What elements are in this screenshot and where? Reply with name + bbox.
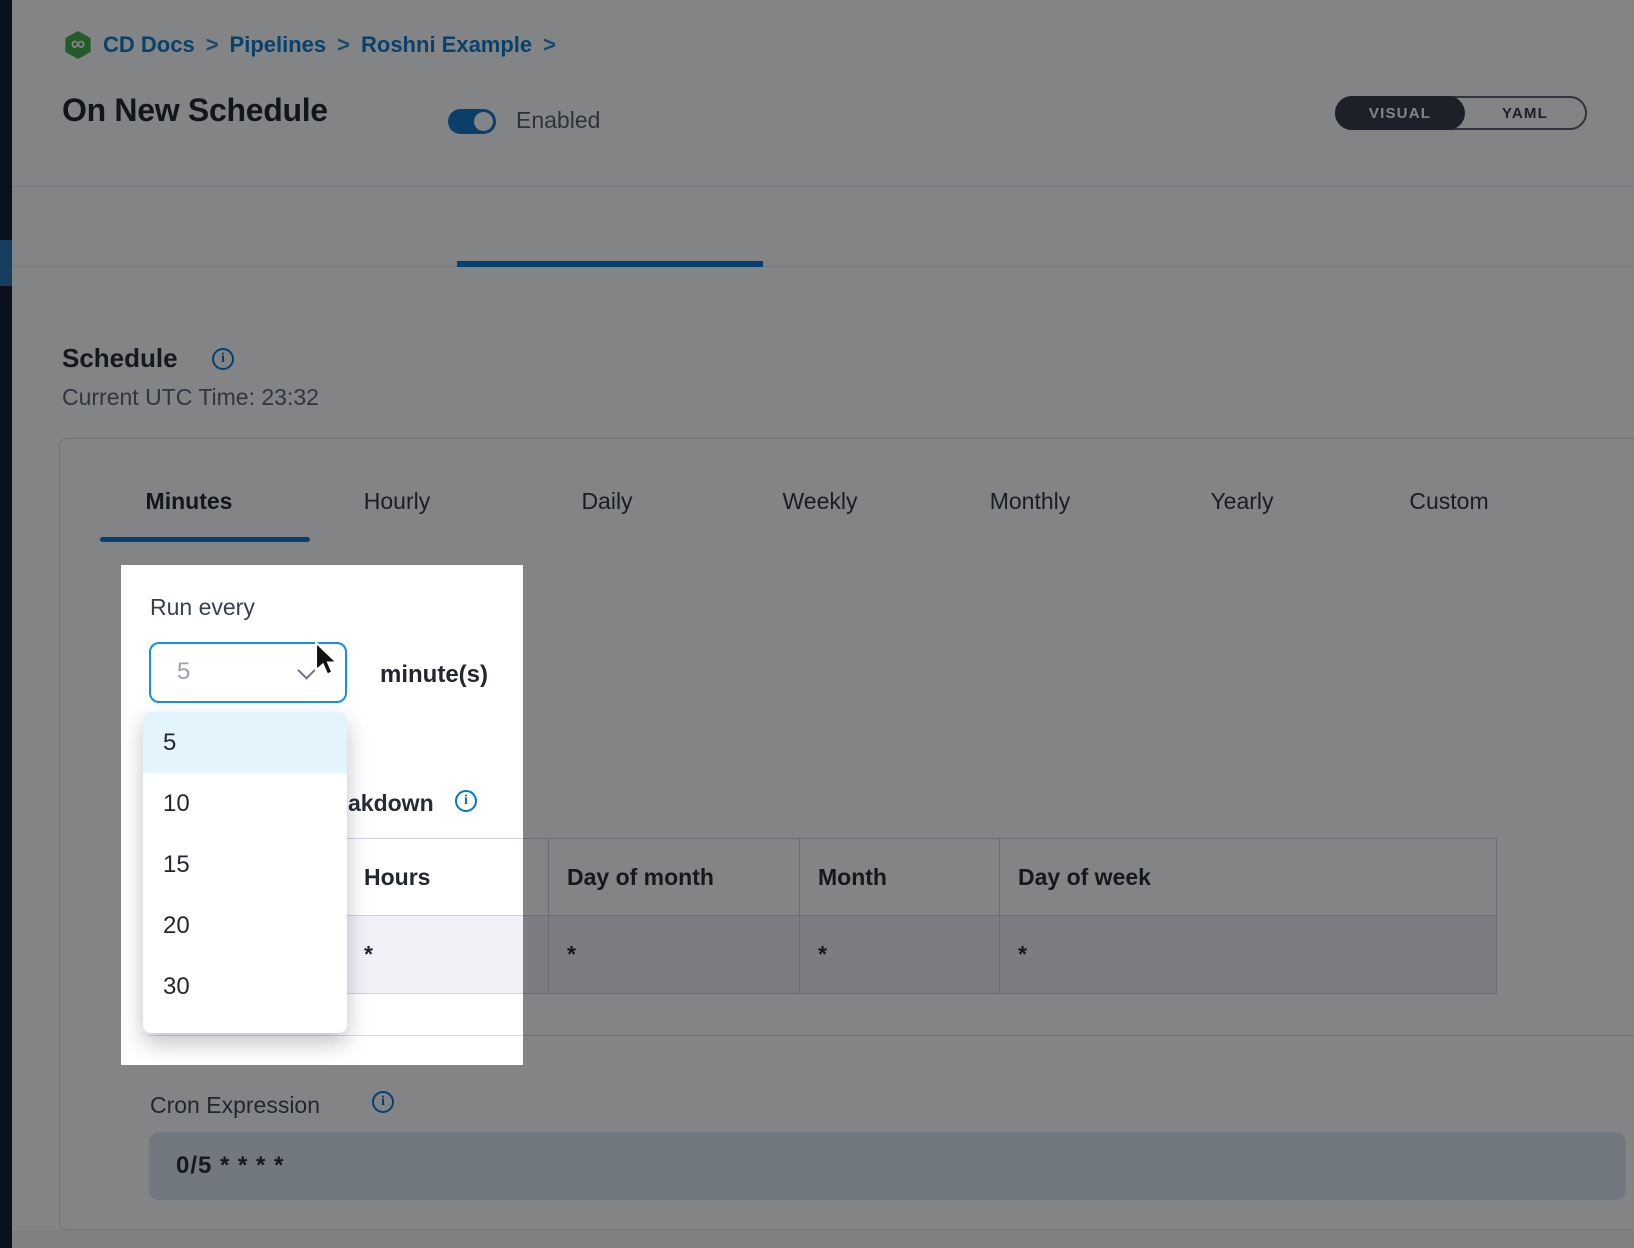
tab-monthly[interactable]: Monthly xyxy=(990,488,1071,515)
tab-minutes[interactable]: Minutes xyxy=(146,488,233,515)
table-cell-day-of-month: * xyxy=(549,916,800,993)
run-every-selected-value: 5 xyxy=(177,644,190,700)
nav-rail-active-indicator xyxy=(0,240,12,286)
toggle-knob-icon xyxy=(474,112,493,131)
enabled-toggle[interactable] xyxy=(448,109,496,134)
table-cell-month: * xyxy=(800,916,1000,993)
cron-expression-label: Cron Expression xyxy=(150,1092,320,1119)
breadcrumb: CD Docs > Pipelines > Roshni Example > xyxy=(64,30,556,60)
breadcrumb-link-cd-docs[interactable]: CD Docs xyxy=(103,32,195,58)
nav-rail xyxy=(0,0,12,1248)
table-header-month: Month xyxy=(800,839,1000,915)
breakdown-heading-fragment: akdown xyxy=(348,790,434,817)
yaml-toggle-button[interactable]: YAML xyxy=(1465,98,1585,128)
table-row: * * * * xyxy=(149,916,1496,993)
active-tab-underline xyxy=(100,537,310,542)
breadcrumb-separator: > xyxy=(337,32,350,58)
page-bottom-strip xyxy=(12,1230,1634,1248)
table-header-day-of-week: Day of week xyxy=(1000,839,1496,915)
dropdown-option-5[interactable]: 5 xyxy=(143,712,347,773)
cron-breakdown-table: Hours Day of month Month Day of week * *… xyxy=(148,838,1497,994)
breadcrumb-separator: > xyxy=(543,32,556,58)
table-header-day-of-month: Day of month xyxy=(549,839,800,915)
cron-expression-value: 0/5 * * * * xyxy=(176,1132,284,1200)
table-cell-hours: * xyxy=(346,916,549,993)
current-utc-time: Current UTC Time: 23:32 xyxy=(62,384,319,411)
schedule-section-heading: Schedule xyxy=(62,343,178,374)
tab-hourly[interactable]: Hourly xyxy=(364,488,430,515)
dropdown-option-10[interactable]: 10 xyxy=(143,773,347,834)
info-icon[interactable] xyxy=(372,1091,394,1113)
visual-yaml-toggle: VISUAL YAML xyxy=(1335,96,1587,130)
pipeline-icon xyxy=(64,31,92,59)
table-header-hours: Hours xyxy=(346,839,549,915)
breadcrumb-link-pipelines[interactable]: Pipelines xyxy=(230,32,327,58)
table-cell-day-of-week: * xyxy=(1000,916,1496,993)
tab-weekly[interactable]: Weekly xyxy=(783,488,858,515)
breadcrumb-separator: > xyxy=(206,32,219,58)
dropdown-option-30[interactable]: 30 xyxy=(143,956,347,1017)
info-icon[interactable] xyxy=(455,790,477,812)
mouse-cursor-icon xyxy=(313,641,343,682)
dropdown-option-15[interactable]: 15 xyxy=(143,834,347,895)
table-header-row: Hours Day of month Month Day of week xyxy=(149,839,1496,916)
run-every-label: Run every xyxy=(150,594,255,621)
page-title: On New Schedule xyxy=(62,92,328,129)
run-every-dropdown-menu: 5 10 15 20 30 xyxy=(143,712,347,1033)
active-step-underline xyxy=(457,261,763,267)
dropdown-option-20[interactable]: 20 xyxy=(143,895,347,956)
visual-toggle-button[interactable]: VISUAL xyxy=(1335,96,1465,130)
info-icon[interactable] xyxy=(212,348,234,370)
minutes-unit-label: minute(s) xyxy=(380,661,488,689)
tab-custom[interactable]: Custom xyxy=(1409,488,1488,515)
tab-daily[interactable]: Daily xyxy=(581,488,632,515)
wizard-steps-bar xyxy=(12,186,1634,267)
section-divider xyxy=(148,1035,1634,1036)
enabled-label: Enabled xyxy=(516,107,600,134)
tab-yearly[interactable]: Yearly xyxy=(1210,488,1273,515)
breadcrumb-link-roshni-example[interactable]: Roshni Example xyxy=(361,32,532,58)
cron-expression-input[interactable]: 0/5 * * * * xyxy=(149,1132,1626,1200)
